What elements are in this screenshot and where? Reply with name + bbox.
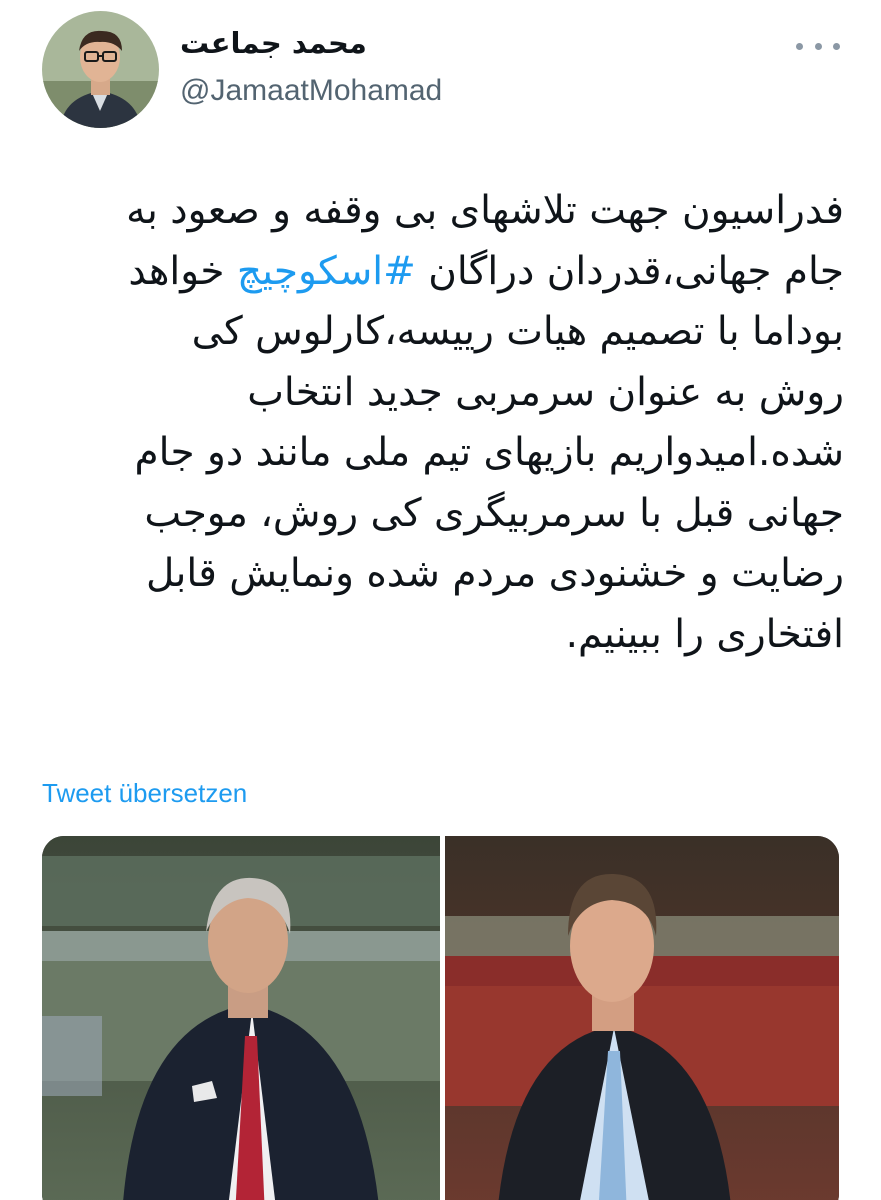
display-name[interactable]: محمد جماعت xyxy=(180,26,367,60)
profile-photo-icon xyxy=(42,11,159,128)
media-photos xyxy=(42,836,839,1200)
tweet-text-line: جهانی قبل با سرمربیگری کی روش، موجب xyxy=(144,490,844,536)
tweet-media[interactable] xyxy=(42,836,839,1200)
right-photo xyxy=(445,836,839,1200)
tweet-text-line: شده.امیدواریم بازیهای تیم ملی مانند دو ج… xyxy=(134,430,844,475)
more-horizontal-icon xyxy=(833,42,840,50)
tweet-text-line: رضایت و خشنودی مردم شده ونمایش قابل xyxy=(145,551,844,596)
more-horizontal-icon xyxy=(814,42,822,50)
tweet-text-line: جام جهانی،قدردان دراگان #اسکوچیچ خواهد xyxy=(128,248,844,294)
tweet-text-line: افتخاری را ببینیم. xyxy=(565,611,844,657)
tweet-text-line: فدراسیون جهت تلاشهای بی وقفه و صعود به xyxy=(126,188,844,233)
tweet-view: محمد جماعت @JamaatMohamad فدراسیون جهت ت… xyxy=(0,0,881,1200)
left-photo xyxy=(42,836,440,1200)
tweet-text-line: روش به عنوان سرمربی جدید انتخاب xyxy=(247,369,844,415)
avatar[interactable] xyxy=(42,11,159,128)
more-horizontal-icon xyxy=(796,42,803,50)
handle[interactable]: @JamaatMohamad xyxy=(180,74,442,108)
tweet-text-line: بوداما با تصمیم هیات رییسه،کارلوس کی xyxy=(191,309,844,354)
more-options-button[interactable] xyxy=(796,34,840,58)
tweet-text: فدراسیون جهت تلاشهای بی وقفه و صعود به جا… xyxy=(36,181,844,665)
translate-tweet-link[interactable]: Tweet übersetzen xyxy=(42,778,247,809)
hashtag-link[interactable]: #اسکوچیچ xyxy=(237,249,416,294)
